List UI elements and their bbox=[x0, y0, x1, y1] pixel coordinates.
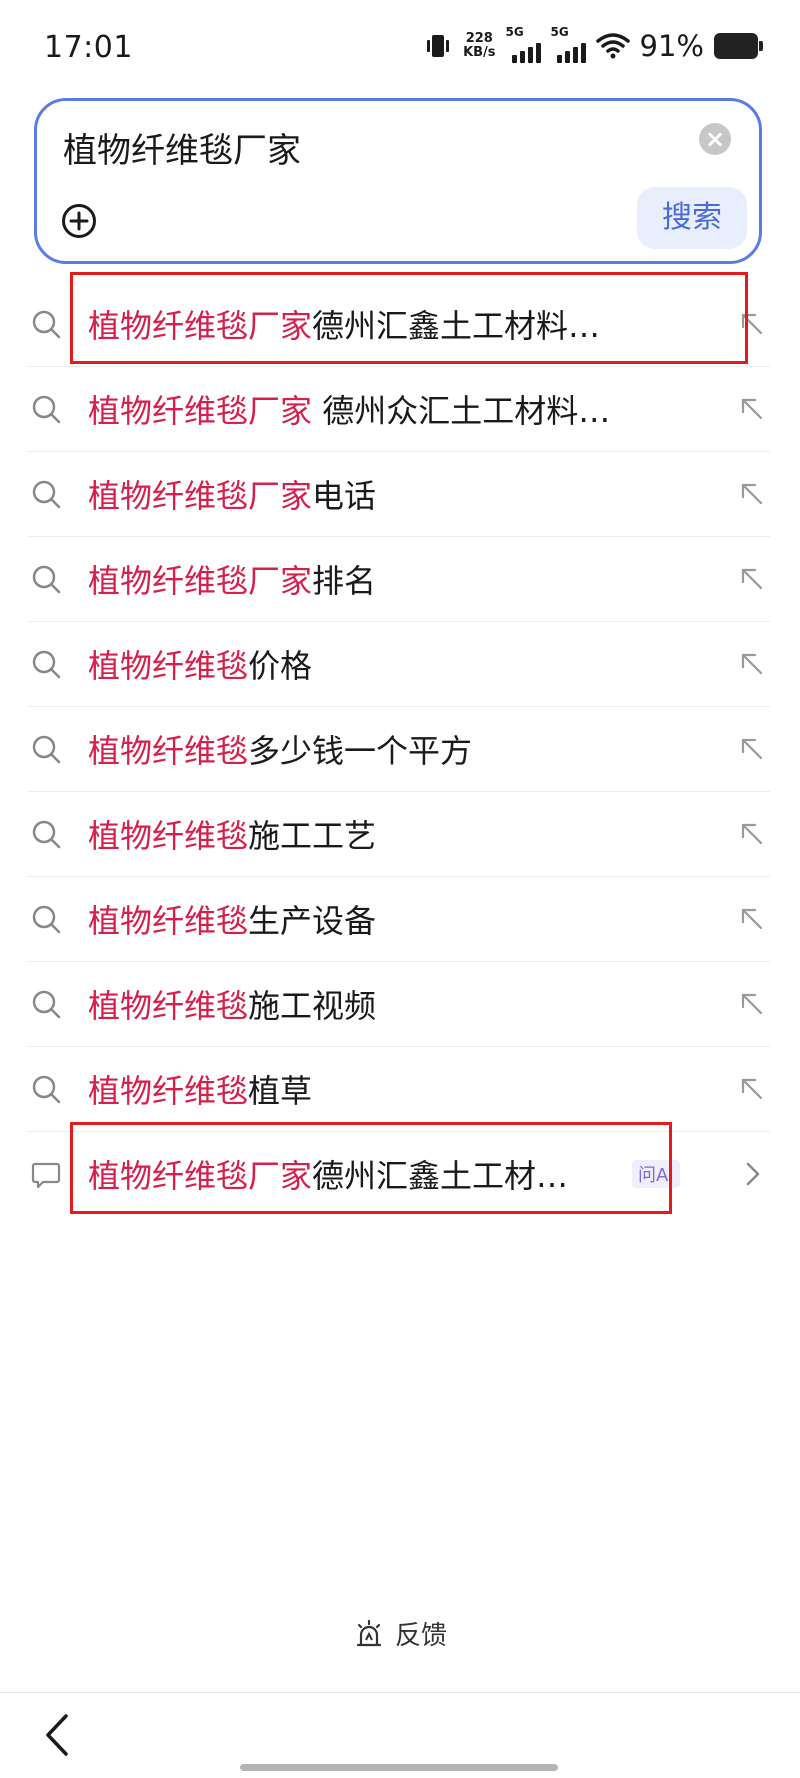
sim2-tag: 5G bbox=[550, 25, 569, 39]
chevron-right-icon[interactable] bbox=[738, 1160, 766, 1188]
suggestion-text: 植物纤维毯厂家德州汇鑫土工材… bbox=[88, 1151, 600, 1197]
suggestion-list: 植物纤维毯厂家德州汇鑫土工材料… 植物纤维毯厂家 德州众汇土工材料… 植物纤维毯… bbox=[28, 282, 770, 1216]
suggestion-rest: 德州众汇土工材料… bbox=[312, 392, 611, 430]
fill-arrow-icon[interactable] bbox=[738, 990, 766, 1018]
suggestion-item[interactable]: 植物纤维毯厂家德州汇鑫土工材料… bbox=[28, 282, 770, 367]
feedback-button[interactable]: 反馈 bbox=[0, 1615, 800, 1652]
chat-bubble-icon bbox=[31, 1162, 61, 1189]
suggestion-highlight: 植物纤维毯 bbox=[88, 732, 249, 770]
search-icon bbox=[32, 480, 61, 509]
suggestion-item[interactable]: 植物纤维毯厂家排名 bbox=[28, 537, 770, 622]
suggestion-rest: 价格 bbox=[248, 647, 313, 685]
suggestion-item[interactable]: 植物纤维毯生产设备 bbox=[28, 877, 770, 962]
suggestion-text: 植物纤维毯厂家电话 bbox=[88, 471, 690, 517]
suggestion-text: 植物纤维毯厂家德州汇鑫土工材料… bbox=[88, 301, 690, 347]
battery-percent: 91% bbox=[639, 29, 704, 63]
home-indicator[interactable] bbox=[240, 1764, 558, 1771]
suggestion-text: 植物纤维毯厂家排名 bbox=[88, 556, 690, 602]
fill-arrow-icon[interactable] bbox=[738, 480, 766, 508]
status-icons: 228 KB/s 5G 5G 91% bbox=[423, 25, 763, 66]
suggestion-rest: 德州汇鑫土工材… bbox=[312, 1157, 569, 1195]
search-button[interactable]: 搜索 bbox=[637, 187, 747, 249]
status-bar: 17:01 228 KB/s 5G 5G 91% bbox=[0, 0, 800, 96]
suggestion-item[interactable]: 植物纤维毯厂家电话 bbox=[28, 452, 770, 537]
suggestion-text: 植物纤维毯生产设备 bbox=[88, 896, 690, 942]
fill-arrow-icon[interactable] bbox=[738, 1075, 766, 1103]
suggestion-item[interactable]: 植物纤维毯价格 bbox=[28, 622, 770, 707]
search-input[interactable]: 植物纤维毯厂家 bbox=[63, 123, 301, 172]
search-icon bbox=[32, 820, 61, 849]
fill-arrow-icon[interactable] bbox=[738, 820, 766, 848]
search-icon bbox=[32, 650, 61, 679]
sim1-signal-icon: 5G bbox=[506, 25, 541, 63]
network-speed-value: 228 bbox=[465, 31, 493, 46]
suggestion-rest: 德州汇鑫土工材料… bbox=[312, 307, 601, 345]
search-icon bbox=[32, 905, 61, 934]
suggestion-highlight: 植物纤维毯厂家 bbox=[88, 392, 313, 430]
suggestion-highlight: 植物纤维毯厂家 bbox=[88, 477, 313, 515]
suggestion-highlight: 植物纤维毯 bbox=[88, 902, 249, 940]
back-chevron-icon[interactable] bbox=[38, 1710, 78, 1760]
vibrate-icon bbox=[427, 35, 450, 57]
suggestion-highlight: 植物纤维毯厂家 bbox=[88, 1157, 313, 1195]
plus-circle-icon[interactable] bbox=[61, 203, 97, 239]
fill-arrow-icon[interactable] bbox=[738, 395, 766, 423]
search-icon bbox=[32, 395, 61, 424]
suggestion-text: 植物纤维毯厂家 德州众汇土工材料… bbox=[88, 386, 690, 432]
fill-arrow-icon[interactable] bbox=[738, 565, 766, 593]
suggestion-rest: 施工视频 bbox=[248, 987, 377, 1025]
search-icon bbox=[32, 310, 61, 339]
status-time: 17:01 bbox=[44, 30, 133, 65]
suggestion-text: 植物纤维毯施工视频 bbox=[88, 981, 690, 1027]
search-icon bbox=[32, 565, 61, 594]
suggestion-rest: 施工工艺 bbox=[248, 817, 377, 855]
ask-ai-badge: 问AI bbox=[632, 1160, 680, 1188]
suggestion-highlight: 植物纤维毯 bbox=[88, 987, 249, 1025]
suggestion-rest: 多少钱一个平方 bbox=[248, 732, 473, 770]
search-icon bbox=[32, 990, 61, 1019]
search-icon bbox=[32, 735, 61, 764]
suggestion-highlight: 植物纤维毯 bbox=[88, 817, 249, 855]
suggestion-item[interactable]: 植物纤维毯厂家 德州众汇土工材料… bbox=[28, 367, 770, 452]
suggestion-rest: 电话 bbox=[312, 477, 377, 515]
suggestion-text: 植物纤维毯植草 bbox=[88, 1066, 690, 1112]
fill-arrow-icon[interactable] bbox=[738, 310, 766, 338]
alarm-light-icon bbox=[356, 1619, 382, 1646]
fill-arrow-icon[interactable] bbox=[738, 905, 766, 933]
suggestion-text: 植物纤维毯施工工艺 bbox=[88, 811, 690, 857]
suggestion-rest: 生产设备 bbox=[248, 902, 377, 940]
suggestion-text: 植物纤维毯价格 bbox=[88, 641, 690, 687]
search-icon bbox=[32, 1075, 61, 1104]
suggestion-highlight: 植物纤维毯 bbox=[88, 1072, 249, 1110]
suggestion-item[interactable]: 植物纤维毯施工视频 bbox=[28, 962, 770, 1047]
sim2-signal-icon: 5G bbox=[551, 25, 586, 63]
wifi-icon bbox=[595, 33, 630, 59]
fill-arrow-icon[interactable] bbox=[738, 735, 766, 763]
battery-icon bbox=[714, 33, 763, 59]
fill-arrow-icon[interactable] bbox=[738, 650, 766, 678]
suggestion-text: 植物纤维毯多少钱一个平方 bbox=[88, 726, 690, 772]
suggestion-rest: 植草 bbox=[248, 1072, 313, 1110]
network-speed-unit: KB/s bbox=[463, 45, 496, 60]
feedback-label: 反馈 bbox=[394, 1621, 447, 1651]
ai-suggestion-item[interactable]: 植物纤维毯厂家德州汇鑫土工材… 问AI bbox=[28, 1132, 770, 1216]
clear-search-button[interactable]: × bbox=[699, 123, 731, 155]
suggestion-highlight: 植物纤维毯 bbox=[88, 647, 249, 685]
suggestion-highlight: 植物纤维毯厂家 bbox=[88, 307, 313, 345]
search-box[interactable]: 植物纤维毯厂家 × 搜索 bbox=[34, 98, 762, 264]
suggestion-item[interactable]: 植物纤维毯植草 bbox=[28, 1047, 770, 1132]
bottom-divider bbox=[0, 1692, 800, 1693]
sim1-tag: 5G bbox=[505, 25, 524, 39]
suggestion-highlight: 植物纤维毯厂家 bbox=[88, 562, 313, 600]
suggestion-item[interactable]: 植物纤维毯多少钱一个平方 bbox=[28, 707, 770, 792]
network-speed: 228 KB/s bbox=[463, 32, 495, 60]
suggestion-rest: 排名 bbox=[312, 562, 377, 600]
suggestion-item[interactable]: 植物纤维毯施工工艺 bbox=[28, 792, 770, 877]
